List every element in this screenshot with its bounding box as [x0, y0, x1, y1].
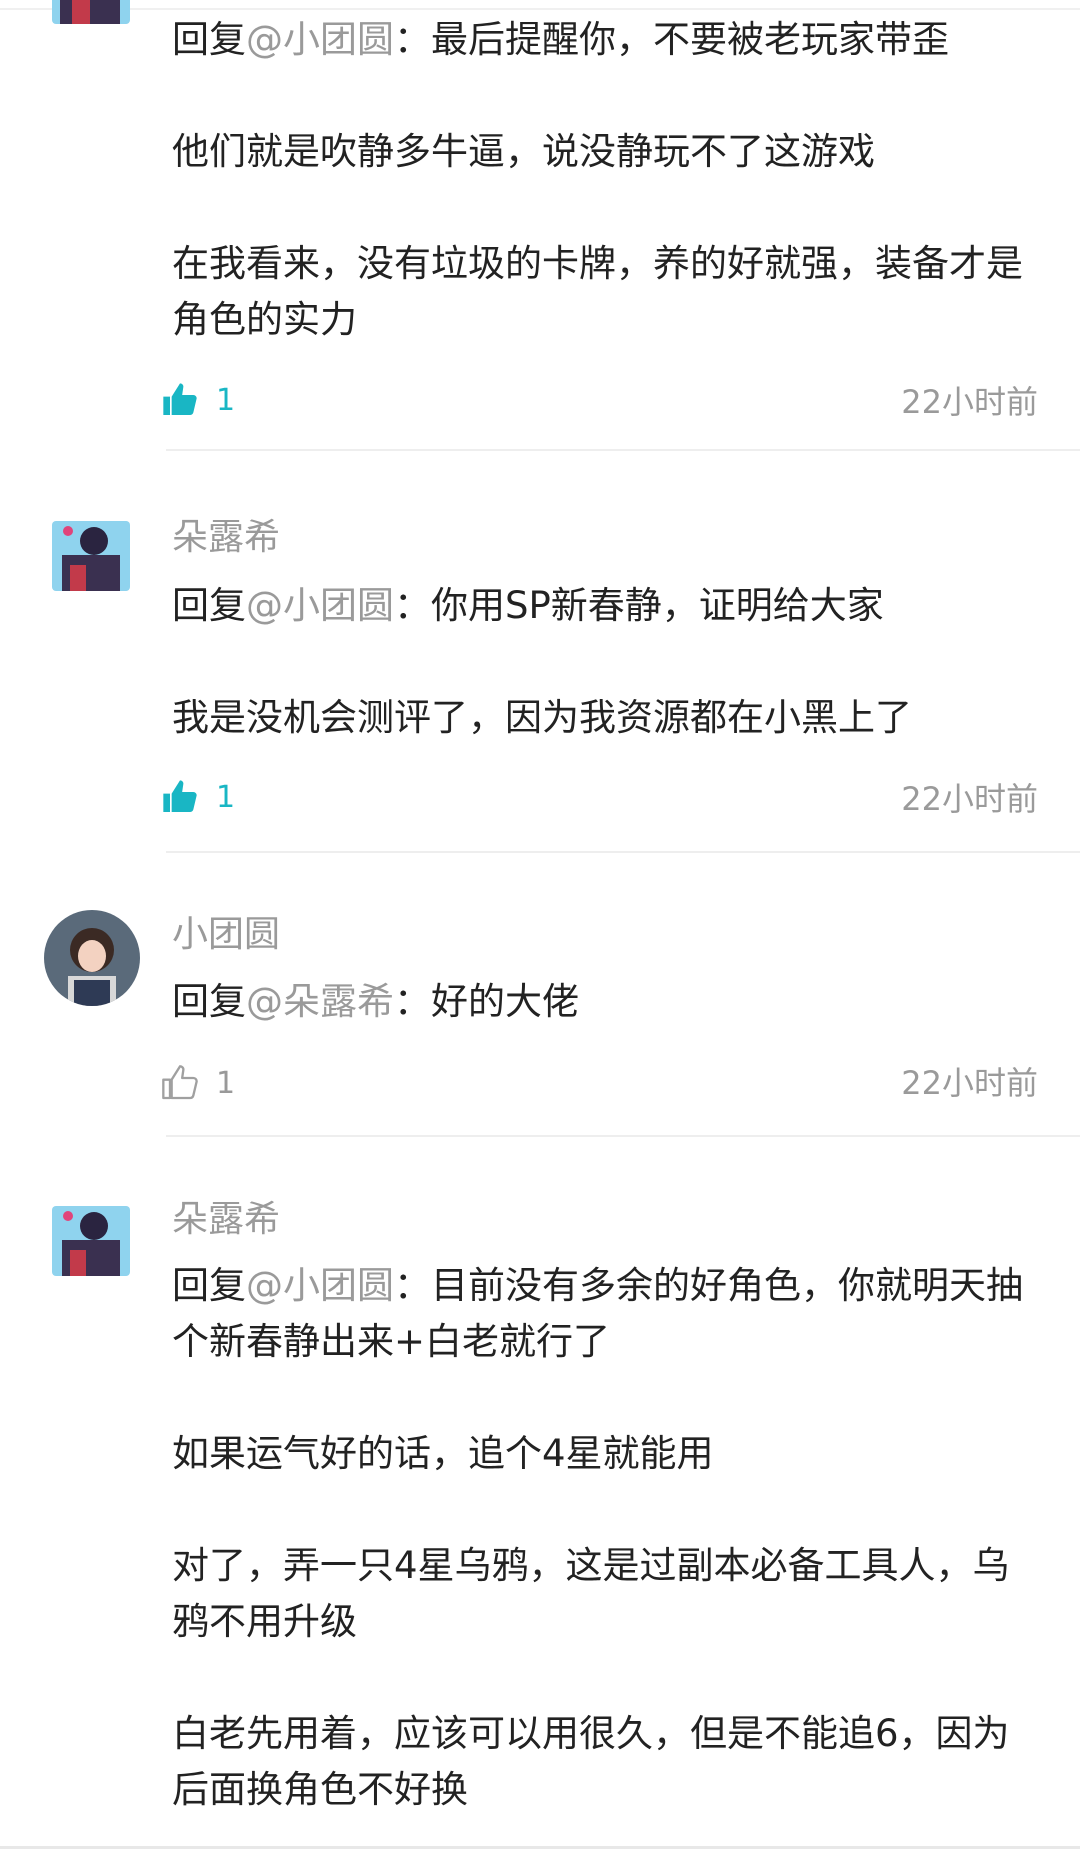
- comment-paragraph: 他们就是吹静多牛逼，说没静玩不了这游戏: [172, 130, 875, 173]
- like-count: 1: [216, 382, 236, 418]
- like-button[interactable]: 1: [160, 773, 235, 821]
- comment-paragraph: 对了，弄一只4星乌鸦，这是过副本必备工具人，乌鸦不用升级: [172, 1544, 1010, 1643]
- comment-text: 回复@小团圆：你用SP新春静，证明给大家 我是没机会测评了，因为我资源都在小黑上…: [172, 578, 1042, 746]
- like-button[interactable]: 1: [160, 376, 235, 424]
- mention-link[interactable]: @朵露希: [246, 980, 394, 1023]
- mention-link[interactable]: @小团圆: [246, 584, 394, 627]
- like-count: 1: [216, 1065, 236, 1101]
- reply-line: 回复@小团圆：目前没有多余的好角色，你就明天抽个新春静出来+白老就行了: [172, 1258, 1042, 1370]
- avatar[interactable]: [44, 910, 140, 1006]
- avatar[interactable]: [52, 521, 130, 591]
- like-count: 1: [216, 779, 236, 815]
- timestamp: 22小时前: [901, 780, 1038, 818]
- username[interactable]: 朵露希: [172, 508, 280, 560]
- username[interactable]: 小团圆: [172, 905, 280, 957]
- reply-text: ：你用SP新春静，证明给大家: [394, 584, 884, 627]
- divider: [166, 1135, 1080, 1137]
- comment-text: 回复@小团圆：目前没有多余的好角色，你就明天抽个新春静出来+白老就行了 如果运气…: [172, 1258, 1042, 1818]
- reply-prefix: 回复: [172, 18, 246, 61]
- thumb-up-outline-icon: [162, 1065, 198, 1100]
- like-button[interactable]: 1: [160, 1059, 235, 1107]
- reply-prefix: 回复: [172, 980, 246, 1023]
- reply-line: 回复@小团圆：你用SP新春静，证明给大家: [172, 578, 1042, 634]
- timestamp: 22小时前: [901, 1064, 1038, 1102]
- avatar[interactable]: [52, 0, 130, 24]
- comment-paragraph: 在我看来，没有垃圾的卡牌，养的好就强，装备才是角色的实力: [172, 242, 1023, 341]
- comment-text: 回复@朵露希：好的大佬: [172, 974, 1042, 1030]
- mention-link[interactable]: @小团圆: [246, 18, 394, 61]
- top-divider: [0, 8, 1080, 10]
- reply-text: ：好的大佬: [394, 980, 579, 1023]
- divider: [166, 851, 1080, 853]
- mention-link[interactable]: @小团圆: [246, 1264, 394, 1307]
- comment-paragraph: 白老先用着，应该可以用很久，但是不能追6，因为后面换角色不好换: [172, 1712, 1010, 1811]
- comment-paragraph: 我是没机会测评了，因为我资源都在小黑上了: [172, 696, 912, 739]
- username[interactable]: 朵露希: [172, 1190, 280, 1242]
- reply-text: ：最后提醒你，不要被老玩家带歪: [394, 18, 949, 61]
- reply-prefix: 回复: [172, 584, 246, 627]
- timestamp: 22小时前: [901, 383, 1038, 421]
- thumb-up-filled-icon: [163, 780, 197, 812]
- divider: [166, 449, 1080, 451]
- reply-line: 回复@朵露希：好的大佬: [172, 974, 1042, 1030]
- thumb-up-filled-icon: [163, 383, 197, 415]
- comment-paragraph: 如果运气好的话，追个4星就能用: [172, 1432, 714, 1475]
- avatar[interactable]: [52, 1206, 130, 1276]
- reply-prefix: 回复: [172, 1264, 246, 1307]
- reply-line: 回复@小团圆：最后提醒你，不要被老玩家带歪: [172, 12, 1042, 68]
- comment-text: 回复@小团圆：最后提醒你，不要被老玩家带歪 他们就是吹静多牛逼，说没静玩不了这游…: [172, 12, 1042, 348]
